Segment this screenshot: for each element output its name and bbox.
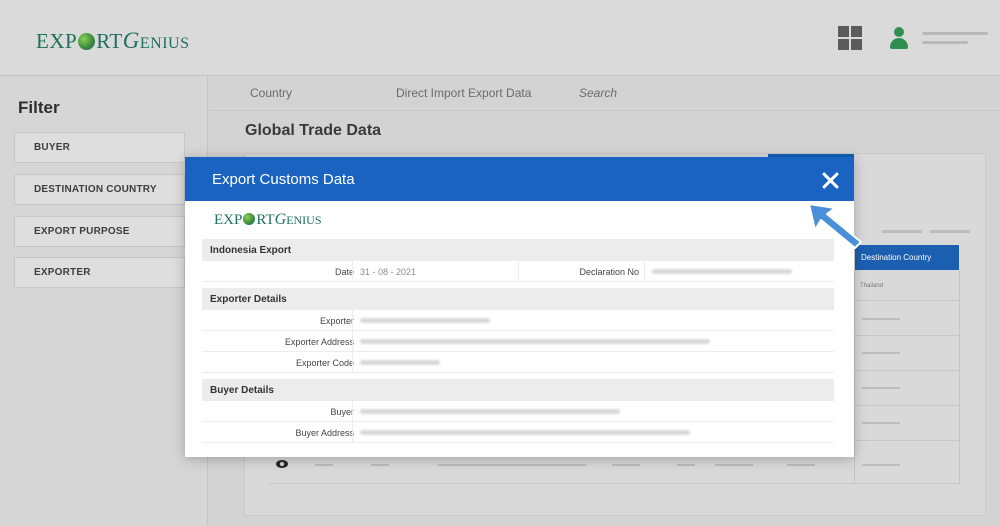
exporter-value-redacted (360, 318, 490, 323)
table-cell-placeholder (862, 387, 900, 389)
detail-row-buyer: Buyer (202, 401, 834, 422)
table-cell-placeholder (715, 464, 753, 466)
table-cell-destination: Thailand (860, 283, 884, 289)
buyer-address-value-redacted (360, 430, 690, 435)
export-customs-data-modal: Export Customs Data EXP RT G ENIUS Indonesi… (185, 157, 854, 457)
pointer-arrow-icon (808, 203, 862, 249)
filter-destination-country-button[interactable]: DESTINATION COUNTRY (14, 174, 185, 205)
exporter-address-value-redacted (360, 339, 710, 344)
section-buyer-details: Buyer Details (202, 379, 834, 401)
detail-row-exporter: Exporter (202, 310, 834, 331)
logo-text-1: EXP (36, 29, 78, 53)
declaration-no-value-redacted (652, 269, 792, 274)
table-cell-placeholder (438, 464, 586, 466)
column-header-destination-country[interactable]: Destination Country (855, 245, 959, 270)
table-cell-placeholder (862, 422, 900, 424)
buyer-label: Buyer (330, 407, 354, 417)
detail-row-exporter-code: Exporter Code (202, 352, 834, 373)
detail-row-exporter-address: Exporter Address (202, 331, 834, 352)
modal-header: Export Customs Data (185, 157, 854, 201)
filter-buyer-button[interactable]: BUYER (14, 132, 185, 163)
panel-placeholder-lines (882, 220, 978, 238)
declaration-no-label: Declaration No (579, 267, 639, 277)
table-cell-placeholder (862, 464, 900, 466)
buyer-value-redacted (360, 409, 620, 414)
table-cell-placeholder (315, 464, 333, 466)
logo-text-g: G (274, 211, 287, 228)
filter-title: Filter (18, 98, 60, 117)
eye-icon[interactable] (276, 460, 288, 468)
tab-direct-import-export-data[interactable]: Direct Import Export Data (396, 86, 531, 100)
table-cell-placeholder (371, 464, 389, 466)
destination-country-column (854, 270, 960, 484)
table-cell-placeholder (862, 318, 900, 320)
logo-text-1: EXP (214, 212, 243, 228)
filter-export-purpose-button[interactable]: EXPORT PURPOSE (14, 216, 185, 247)
top-bar: EXP RT G ENIUS (0, 0, 1000, 76)
exporter-code-value-redacted (360, 360, 440, 365)
buyer-address-label: Buyer Address (295, 428, 354, 438)
globe-icon (243, 213, 256, 225)
exporter-code-label: Exporter Code (295, 358, 354, 368)
close-icon[interactable] (821, 171, 839, 189)
detail-row-buyer-address: Buyer Address (202, 422, 834, 443)
logo-text-2: RT (96, 29, 123, 53)
section-exporter-details: Exporter Details (202, 288, 834, 310)
exporter-address-label: Exporter Address (284, 337, 354, 347)
tab-country[interactable]: Country (250, 86, 292, 100)
filter-sidebar: Filter BUYER DESTINATION COUNTRY EXPORT … (0, 77, 208, 526)
date-value: 31 - 08 - 2021 (360, 267, 417, 277)
logo-text-2: RT (256, 212, 275, 228)
filter-exporter-button[interactable]: EXPORTER (14, 257, 185, 288)
tab-search[interactable]: Search (579, 86, 617, 100)
logo-text-3: ENIUS (139, 35, 190, 52)
modal-export-genius-logo: EXP RT G ENIUS (214, 211, 322, 229)
user-name-placeholder (922, 32, 988, 50)
table-cell-placeholder (612, 464, 640, 466)
modal-title: Export Customs Data (212, 171, 355, 188)
exporter-label: Exporter (319, 316, 354, 326)
grid-icon[interactable] (838, 26, 862, 50)
page-title: Global Trade Data (245, 122, 382, 139)
table-cell-placeholder (787, 464, 815, 466)
logo-text-3: ENIUS (286, 213, 322, 227)
user-icon[interactable] (890, 27, 908, 49)
detail-row-date: Date 31 - 08 - 2021 Declaration No (202, 261, 834, 282)
table-cell-placeholder (677, 464, 695, 466)
globe-icon (78, 33, 96, 50)
logo-text-g: G (122, 28, 140, 53)
table-cell-placeholder (862, 352, 900, 354)
table-row-divider (268, 483, 960, 484)
section-indonesia-export: Indonesia Export (202, 239, 834, 261)
tabs-divider (209, 110, 1000, 111)
export-genius-logo[interactable]: EXP RT G ENIUS (36, 28, 190, 54)
